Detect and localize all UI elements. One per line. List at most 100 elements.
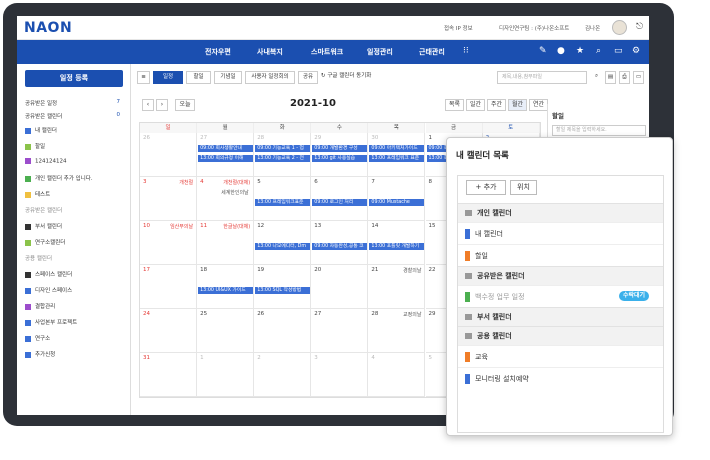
calendar-event[interactable]: 13:00 git 사용실습 xyxy=(312,155,368,162)
calendar-list-item[interactable]: 내 캘린더 xyxy=(458,222,663,244)
day-cell[interactable]: 27 xyxy=(311,309,369,353)
view-list[interactable]: 목록 xyxy=(445,99,464,111)
calendar-event[interactable]: 13:00 프레임워크표준 xyxy=(255,199,311,206)
sidebar-calendar-item[interactable]: 추가신청 xyxy=(25,350,55,358)
print-preview-icon[interactable]: ▤ xyxy=(605,71,616,84)
calendar-list-item[interactable]: 할일 xyxy=(458,244,663,266)
view-year[interactable]: 연간 xyxy=(529,99,548,111)
calendar-event[interactable]: 09:00 아키텍처가이드 xyxy=(369,145,425,152)
shared-schedule-link[interactable]: 공유받은 일정 xyxy=(25,99,57,107)
nav-smartwork[interactable]: 스마트워크 xyxy=(311,47,343,57)
calendar-event[interactable]: 09:00 자동완성,공통 코 xyxy=(312,243,368,250)
day-cell[interactable]: 26 xyxy=(140,133,198,177)
sidebar-calendar-item[interactable]: 디자인 스페이스 xyxy=(25,286,72,294)
tab-anniversary[interactable]: 기념일 xyxy=(214,71,242,84)
day-cell[interactable]: 17 xyxy=(140,265,198,309)
monitor-icon[interactable]: ▭ xyxy=(633,71,644,84)
calendar-event[interactable]: 09:00 개발환경 구성 xyxy=(312,145,368,152)
tab-schedule[interactable]: 일정 xyxy=(153,71,183,84)
calendar-event[interactable]: 13:00 기능교육 2 - 전 xyxy=(255,155,311,162)
day-cell[interactable]: 1 xyxy=(197,353,255,397)
calendar-group-header[interactable]: 개인 캘린더 xyxy=(458,203,663,222)
day-cell[interactable]: 3 xyxy=(311,353,369,397)
star-icon[interactable]: ★ xyxy=(576,46,584,56)
day-cell[interactable]: 10 임산부의날 xyxy=(140,221,198,265)
nav-welfare[interactable]: 사내복지 xyxy=(257,47,283,57)
ip-info-link[interactable]: 접속 IP 정보 xyxy=(444,24,473,32)
print-icon[interactable]: ⎙ xyxy=(619,71,630,84)
day-cell[interactable]: 4 xyxy=(368,353,426,397)
prev-month-button[interactable]: ‹ xyxy=(142,99,154,111)
search-icon[interactable]: ⌕ xyxy=(596,46,601,56)
sidebar-calendar-item[interactable]: 연구소 xyxy=(25,334,50,342)
sidebar-calendar-item[interactable]: 스페이스 캘린더 xyxy=(25,270,72,278)
day-cell[interactable]: 21 경찰의날 xyxy=(368,265,426,309)
sidebar-calendar-item[interactable]: 내 캘린더 xyxy=(25,126,57,134)
pen-icon[interactable]: ✎ xyxy=(539,46,547,56)
view-month[interactable]: 월간 xyxy=(508,99,527,111)
menu-icon[interactable]: ≡ xyxy=(137,71,150,84)
calendar-group-header[interactable]: 공유받은 캘린더 xyxy=(458,266,663,285)
calendar-list-item[interactable]: 모니터링 설치예약 xyxy=(458,367,663,389)
view-day[interactable]: 일간 xyxy=(466,99,485,111)
chat-icon[interactable]: ● xyxy=(557,46,565,56)
tab-share[interactable]: 공유 xyxy=(298,71,318,84)
calendar-event[interactable]: 13:00 포틀릿 개발하기 xyxy=(369,243,425,250)
nav-mail[interactable]: 전자우편 xyxy=(205,47,231,57)
calendar-event[interactable]: 13:00 회의규정 이해 xyxy=(198,155,254,162)
naon-logo[interactable]: NAON xyxy=(24,20,72,36)
day-cell[interactable]: 20 xyxy=(311,265,369,309)
next-month-button[interactable]: › xyxy=(156,99,168,111)
tab-user-meeting[interactable]: 사용자 일정회의 xyxy=(245,71,295,84)
register-schedule-button[interactable]: 일정 등록 xyxy=(25,70,123,87)
calendar-group-header[interactable]: 부서 캘린더 xyxy=(458,307,663,326)
todo-input[interactable]: 할일 제목을 입력하세요. xyxy=(552,125,646,136)
sidebar-calendar-item[interactable]: 사업본부 프로젝트 xyxy=(25,318,77,326)
day-cell[interactable]: 2 xyxy=(254,353,312,397)
display-icon[interactable]: ▭ xyxy=(614,46,623,56)
day-cell[interactable]: 24 xyxy=(140,309,198,353)
day-cell[interactable]: 3 개천절 xyxy=(140,177,198,221)
sidebar-calendar-item[interactable]: 개인 캘린더 추가 입니다. xyxy=(25,174,93,182)
sidebar-calendar-item[interactable]: 부서 캘린더 xyxy=(25,222,62,230)
calendar-event[interactable]: 09:00 기능교육 1 - 업 xyxy=(255,145,311,152)
apps-grid-icon[interactable]: ⁝⁝ xyxy=(463,46,469,56)
tab-todo[interactable]: 할일 xyxy=(186,71,211,84)
sidebar-calendar-item[interactable]: 할일 xyxy=(25,142,45,150)
calendar-event[interactable]: 13:00 프레임워크 표준 xyxy=(369,155,425,162)
calendar-event[interactable]: 13:00 SQL 작성방법 xyxy=(255,287,311,294)
logout-icon[interactable]: ⎋ xyxy=(636,22,643,32)
view-week[interactable]: 주간 xyxy=(487,99,506,111)
sidebar-calendar-item[interactable]: 연구소캘린더 xyxy=(25,238,65,246)
calendar-event[interactable]: 09:00 로그인 처리 xyxy=(312,199,368,206)
search-input[interactable]: 제목,내용,참부파일 xyxy=(497,71,587,84)
day-cell[interactable]: 11 한글날(대체) xyxy=(197,221,255,265)
calendar-event[interactable]: 09:00 Mustache xyxy=(369,199,425,206)
day-cell[interactable]: 31 xyxy=(140,353,198,397)
avatar[interactable] xyxy=(612,20,627,35)
day-number: 15 xyxy=(428,223,436,229)
shared-calendar-link[interactable]: 공유받은 캘린더 xyxy=(25,112,62,120)
today-button[interactable]: 오늘 xyxy=(175,99,195,111)
calendar-event[interactable]: 13:00 나모에디터, Dm xyxy=(255,243,311,250)
calendar-list-item[interactable]: 교육 xyxy=(458,345,663,367)
sidebar-calendar-item[interactable]: 결합관리 xyxy=(25,302,55,310)
nav-attendance[interactable]: 근태관리 xyxy=(419,47,445,57)
nav-schedule[interactable]: 일정관리 xyxy=(367,47,393,57)
day-cell[interactable]: 4 개천절(대체) 세계한인의날 xyxy=(197,177,255,221)
calendar-list-item[interactable]: 백수정 업무 일정 수락대기 xyxy=(458,285,663,307)
day-number: 3 xyxy=(143,179,147,185)
sidebar-calendar-item[interactable]: 테스트 xyxy=(25,190,50,198)
calendar-event[interactable]: 09:00 회사생활안내 xyxy=(198,145,254,152)
search-icon[interactable]: ⌕ xyxy=(591,71,602,84)
add-calendar-button[interactable]: + 추가 xyxy=(466,180,506,195)
calendar-group-header[interactable]: 공용 캘린더 xyxy=(458,326,663,345)
position-button[interactable]: 위치 xyxy=(510,180,537,195)
day-cell[interactable]: 25 xyxy=(197,309,255,353)
google-sync-button[interactable]: ↻ 구글 캘린더 동기화 xyxy=(321,71,387,84)
day-cell[interactable]: 28 교정의날 xyxy=(368,309,426,353)
day-cell[interactable]: 26 xyxy=(254,309,312,353)
settings-icon[interactable]: ⚙ xyxy=(632,46,640,56)
calendar-event[interactable]: 13:00 UI&UX 가이드 xyxy=(198,287,254,294)
sidebar-calendar-item[interactable]: 124124124 xyxy=(25,158,67,165)
